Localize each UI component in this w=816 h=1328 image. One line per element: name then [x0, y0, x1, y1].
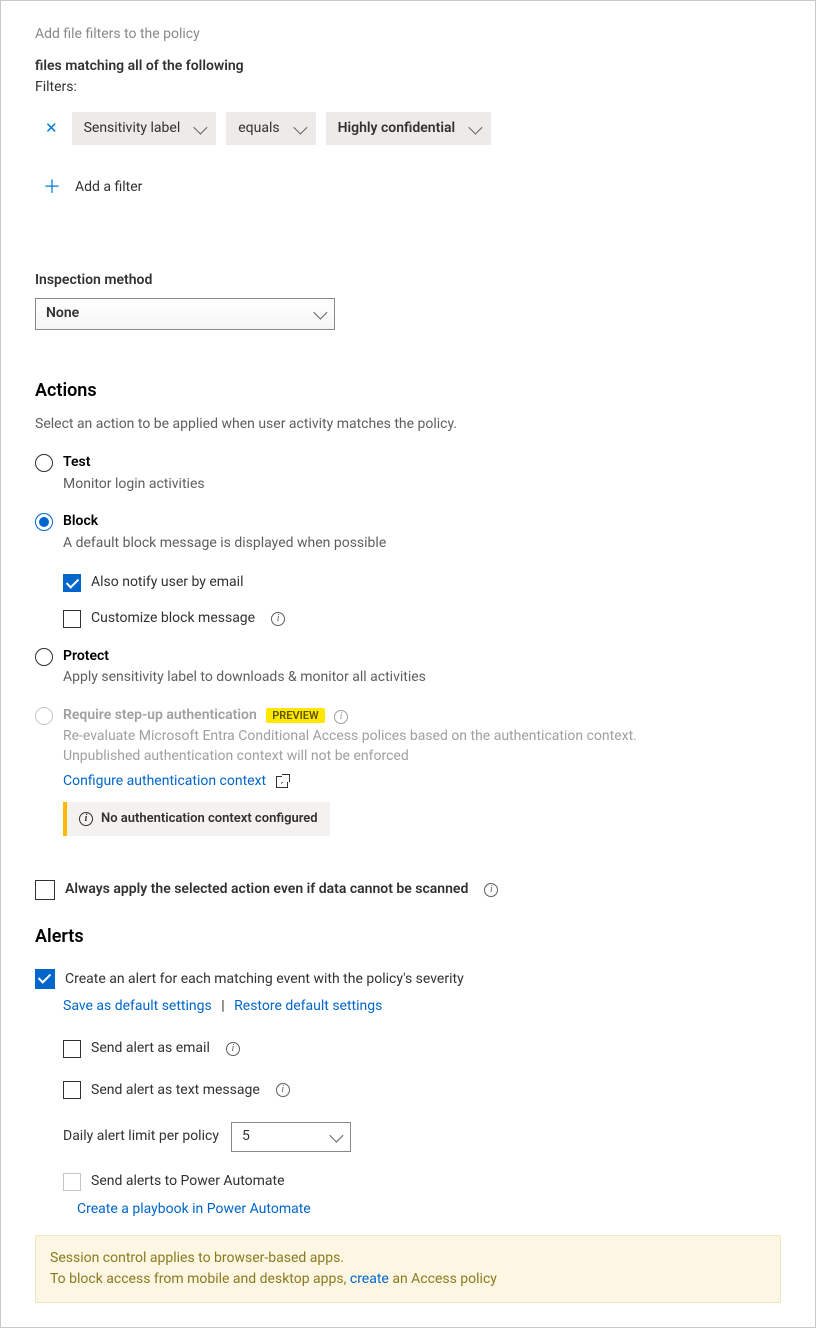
send-email-label: Send alert as email	[91, 1039, 210, 1059]
restore-default-link[interactable]: Restore default settings	[234, 998, 382, 1014]
footer-line2a: To block access from mobile and desktop …	[50, 1271, 350, 1287]
add-filter-label: Add a filter	[75, 178, 142, 198]
filters-matching-label: files matching all of the following	[35, 57, 781, 77]
info-icon: i	[79, 812, 93, 826]
plus-icon: ＋	[43, 175, 61, 200]
no-auth-context-text: No authentication context configured	[101, 810, 318, 828]
info-icon[interactable]: i	[271, 612, 285, 626]
daily-limit-row: Daily alert limit per policy 5	[63, 1122, 781, 1152]
action-protect-sub: Apply sensitivity label to downloads & m…	[63, 668, 426, 688]
action-test-title: Test	[63, 453, 205, 473]
customize-block-label: Customize block message	[91, 609, 255, 629]
daily-limit-select[interactable]: 5	[231, 1122, 351, 1152]
external-link-icon	[276, 776, 288, 788]
filter-operator-dropdown[interactable]: equals	[226, 112, 315, 146]
always-apply-checkbox[interactable]	[35, 880, 55, 900]
actions-heading: Actions	[35, 378, 781, 403]
create-alert-row: Create an alert for each matching event …	[35, 969, 781, 989]
inspection-method-label: Inspection method	[35, 271, 781, 291]
notify-email-checkbox[interactable]	[63, 574, 81, 592]
file-filters-intro: Add file filters to the policy	[35, 25, 781, 45]
send-email-row: Send alert as email i	[63, 1039, 781, 1059]
action-test-radio[interactable]	[35, 454, 53, 472]
send-text-label: Send alert as text message	[91, 1081, 260, 1101]
info-icon[interactable]: i	[276, 1083, 290, 1097]
chevron-down-icon	[468, 120, 482, 134]
action-test-sub: Monitor login activities	[63, 475, 205, 495]
customize-block-checkbox[interactable]	[63, 610, 81, 628]
filter-value-text: Highly confidential	[338, 119, 456, 139]
filter-field-dropdown[interactable]: Sensitivity label	[72, 112, 217, 146]
action-block-title: Block	[63, 512, 386, 532]
action-protect-title: Protect	[63, 647, 426, 667]
filter-value-dropdown[interactable]: Highly confidential	[326, 112, 492, 146]
action-protect-radio[interactable]	[35, 648, 53, 666]
notify-email-row: Also notify user by email	[63, 573, 781, 593]
create-alert-label: Create an alert for each matching event …	[65, 970, 464, 990]
save-default-link[interactable]: Save as default settings	[63, 998, 212, 1014]
configure-auth-context-link[interactable]: Configure authentication context	[63, 773, 266, 789]
customize-block-row: Customize block message i	[63, 609, 781, 629]
footer-line1: Session control applies to browser-based…	[50, 1248, 766, 1269]
filter-row: ✕ Sensitivity label equals Highly confid…	[41, 112, 781, 146]
action-stepup-radio	[35, 707, 53, 725]
power-automate-label: Send alerts to Power Automate	[91, 1172, 285, 1192]
action-block-radio[interactable]	[35, 513, 53, 531]
separator: |	[221, 998, 224, 1014]
info-icon[interactable]: i	[226, 1042, 240, 1056]
preview-badge: PREVIEW	[266, 708, 324, 723]
action-stepup-sub: Re-evaluate Microsoft Entra Conditional …	[63, 727, 683, 766]
daily-limit-value: 5	[242, 1127, 250, 1147]
policy-form-panel: Add file filters to the policy files mat…	[0, 0, 816, 1328]
send-text-checkbox[interactable]	[63, 1081, 81, 1099]
create-alert-checkbox[interactable]	[35, 969, 55, 989]
info-icon[interactable]: i	[484, 883, 498, 897]
create-playbook-link[interactable]: Create a playbook in Power Automate	[77, 1201, 311, 1217]
power-automate-checkbox[interactable]	[63, 1173, 81, 1191]
notify-email-label: Also notify user by email	[91, 573, 243, 593]
chevron-down-icon	[194, 120, 208, 134]
no-auth-context-warning: i No authentication context configured	[63, 802, 330, 836]
action-block-sub: A default block message is displayed whe…	[63, 534, 386, 554]
action-protect-row: Protect Apply sensitivity label to downl…	[35, 647, 781, 688]
footer-create-link[interactable]: create	[350, 1271, 389, 1287]
chevron-down-icon	[329, 1129, 343, 1143]
footer-line2b: an Access policy	[389, 1271, 497, 1287]
actions-intro: Select an action to be applied when user…	[35, 415, 781, 435]
always-apply-label: Always apply the selected action even if…	[65, 880, 468, 900]
always-apply-row: Always apply the selected action even if…	[35, 880, 781, 900]
session-control-note: Session control applies to browser-based…	[35, 1235, 781, 1303]
action-stepup-row: Require step-up authentication PREVIEW i…	[35, 706, 781, 837]
chevron-down-icon	[293, 120, 307, 134]
alerts-heading: Alerts	[35, 924, 781, 949]
daily-limit-label: Daily alert limit per policy	[63, 1127, 219, 1147]
power-automate-row: Send alerts to Power Automate	[63, 1172, 781, 1192]
filter-operator-value: equals	[238, 119, 279, 139]
inspection-method-select[interactable]: None	[35, 298, 335, 330]
chevron-down-icon	[313, 306, 327, 320]
filter-field-value: Sensitivity label	[84, 119, 181, 139]
info-icon[interactable]: i	[334, 710, 348, 724]
add-filter-button[interactable]: ＋ Add a filter	[43, 175, 781, 200]
inspection-method-value: None	[46, 304, 79, 324]
action-test-row: Test Monitor login activities	[35, 453, 781, 494]
send-email-checkbox[interactable]	[63, 1040, 81, 1058]
remove-filter-button[interactable]: ✕	[41, 118, 62, 139]
send-text-row: Send alert as text message i	[63, 1081, 781, 1101]
action-block-row: Block A default block message is display…	[35, 512, 781, 553]
filters-label: Filters:	[35, 78, 781, 98]
action-stepup-title: Require step-up authentication	[63, 707, 257, 723]
